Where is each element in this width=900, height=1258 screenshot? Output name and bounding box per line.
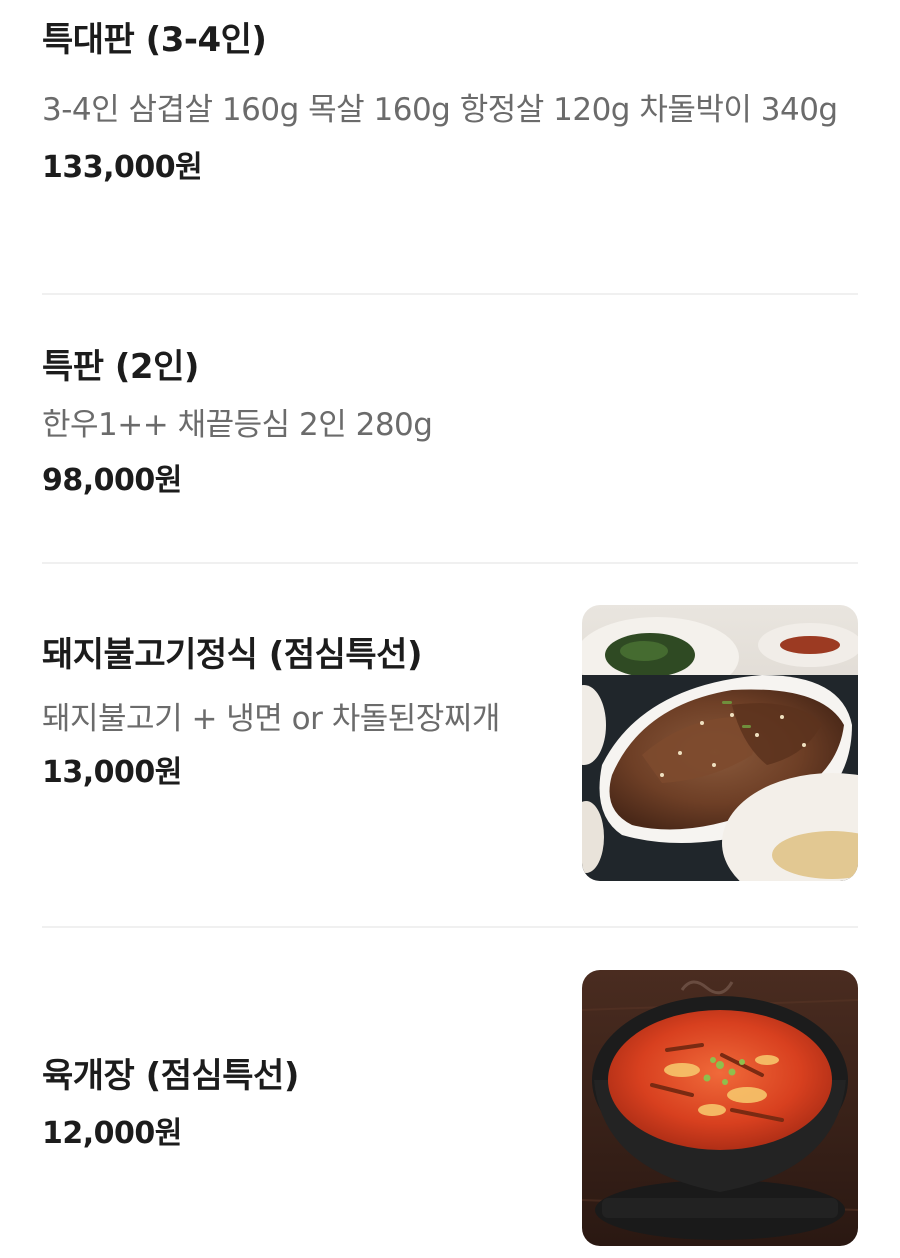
pork-bulgogi-set-photo[interactable] <box>582 605 858 881</box>
divider <box>42 293 858 295</box>
menu-item-price: 98,000원 <box>42 463 182 498</box>
menu-item-description: 한우1++ 채끝등심 2인 280g <box>42 407 433 443</box>
menu-item-title: 특판 (2인) <box>42 347 199 387</box>
divider <box>42 926 858 928</box>
menu-item-title: 육개장 (점심특선) <box>42 1056 299 1096</box>
menu-item-text: 돼지불고기정식 (점심특선) 돼지불고기 + 냉면 or 차돌된장찌개 13,0… <box>42 605 552 795</box>
pork-bulgogi-illustration <box>582 605 858 881</box>
menu-item-description: 돼지불고기 + 냉면 or 차돌된장찌개 <box>42 701 500 737</box>
menu-item-title: 돼지불고기정식 (점심특선) <box>42 635 423 675</box>
menu-item-description: 3-4인 삼겹살 160g 목살 160g 항정살 120g 차돌박이 340g <box>42 92 838 128</box>
menu-item-special[interactable]: 특판 (2인) 한우1++ 채끝등심 2인 280g 98,000원 <box>42 345 858 503</box>
menu-item-text: 육개장 (점심특선) 12,000원 <box>42 970 552 1156</box>
menu-item-pork-bulgogi-set[interactable]: 돼지불고기정식 (점심특선) 돼지불고기 + 냉면 or 차돌된장찌개 13,0… <box>42 605 858 883</box>
menu-item-price: 13,000원 <box>42 755 182 790</box>
menu-item-price: 12,000원 <box>42 1116 182 1151</box>
menu-item-title: 특대판 (3-4인) <box>42 20 267 60</box>
menu-item-price: 133,000원 <box>42 150 203 185</box>
divider <box>42 562 858 564</box>
yukgaejang-photo[interactable] <box>582 970 858 1246</box>
menu-item-yukgaejang[interactable]: 육개장 (점심특선) 12,000원 <box>42 970 858 1246</box>
menu-item-special-large[interactable]: 특대판 (3-4인) 3-4인 삼겹살 160g 목살 160g 항정살 120… <box>42 18 858 190</box>
yukgaejang-illustration <box>582 970 858 1246</box>
menu-list: 특대판 (3-4인) 3-4인 삼겹살 160g 목살 160g 항정살 120… <box>0 0 900 1258</box>
